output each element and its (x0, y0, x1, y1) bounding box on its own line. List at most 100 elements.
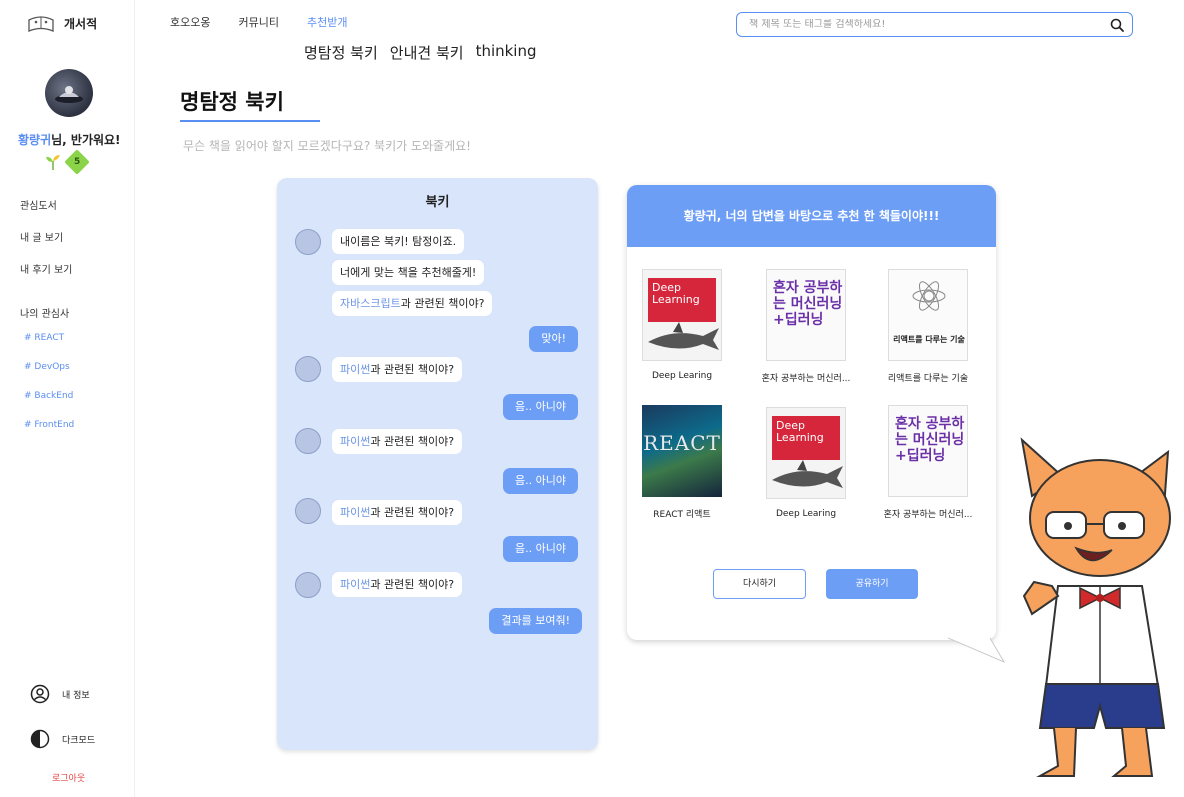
cover-title: 혼자 공부하는 머신러닝+딥러닝 (773, 280, 843, 328)
question-text: 과 관련된 책이야? (400, 297, 485, 310)
book-card-deep-learning-2[interactable]: Deep Learning Deep Learing (751, 407, 861, 519)
book-card-machine-learning-2[interactable]: 혼자 공부하는 머신러닝+딥러닝 혼자 공부하는 머신러... (873, 405, 983, 520)
cover-title: Deep Learning (648, 278, 716, 322)
top-nav: 호오오옹 커뮤니티 추천받개 (170, 14, 347, 30)
book-cover: 혼자 공부하는 머신러닝+딥러닝 (888, 405, 968, 497)
bot-message-question-1: 자바스크립트과 관련된 책이야? (332, 291, 493, 316)
book-cover: Deep Learning (766, 407, 846, 499)
speech-bubble-tail (948, 637, 1006, 664)
user-greeting: 황량귀님, 반가워요! (18, 131, 121, 148)
bot-message-question: 파이썬과 관련된 책이야? (332, 429, 463, 454)
user-reply-no: 음.. 아니야 (503, 394, 578, 420)
question-keyword: 파이썬 (340, 435, 371, 448)
book-title: Deep Learing (651, 371, 713, 381)
question-keyword: 자바스크립트 (340, 297, 401, 310)
app-name: 개서적 (64, 16, 98, 31)
book-title: REACT 리액트 (653, 510, 711, 520)
user-name: 황량귀 (18, 133, 52, 147)
react-diagram-icon (912, 281, 946, 311)
subnav-thinking[interactable]: thinking (476, 42, 537, 63)
book-card-machine-learning[interactable]: 혼자 공부하는 머신러닝+딥러닝 혼자 공부하는 머신러... (751, 269, 861, 384)
cover-title: 리액트를 다루는 기술 (893, 335, 965, 344)
tag-react[interactable]: # REACT (24, 333, 74, 362)
interest-title: 나의 관심사 (20, 309, 70, 320)
search-input[interactable] (749, 19, 1110, 30)
result-header: 황량귀, 너의 답변을 바탕으로 추천 한 책들이야!!! (627, 185, 996, 247)
nav-home[interactable]: 호오오옹 (170, 14, 210, 30)
user-reply-yes: 맞아! (529, 326, 578, 352)
dog-book-logo-icon (28, 16, 54, 32)
question-text: 과 관련된 책이야? (370, 578, 455, 591)
bookey-avatar-icon (295, 572, 321, 598)
subnav-detective-bookey[interactable]: 명탐정 북키 (304, 42, 378, 63)
cover-title: Deep Learning (772, 416, 840, 460)
sprout-badge-icon (46, 155, 60, 170)
level-number: 5 (73, 156, 81, 167)
book-cover: REACT (642, 405, 722, 497)
user-badges: 5 (44, 149, 90, 175)
book-title: 리액트를 다루는 기술 (887, 374, 969, 384)
bot-message-question: 파이썬과 관련된 책이야? (332, 572, 463, 597)
logout-button[interactable]: 로그아웃 (52, 771, 85, 784)
tag-backend[interactable]: # BackEnd (24, 391, 74, 420)
question-text: 과 관련된 책이야? (370, 435, 455, 448)
result-card: 황량귀, 너의 답변을 바탕으로 추천 한 책들이야!!! Deep Learn… (627, 185, 996, 640)
sidebar: 개서적 황량귀님, 반가워요! 5 관심도서 내 글 보기 내 후기 보기 나의… (0, 0, 135, 797)
search-icon[interactable] (1110, 18, 1124, 32)
question-text: 과 관련된 책이야? (370, 506, 455, 519)
tag-devops[interactable]: # DevOps (24, 362, 74, 391)
bookey-avatar-icon (295, 428, 321, 454)
book-card-react[interactable]: REACT REACT 리액트 (627, 405, 737, 520)
my-info-button[interactable]: 내 정보 (30, 684, 90, 704)
page-title: 명탐정 북키 (180, 90, 284, 114)
book-title: 혼자 공부하는 머신러... (883, 510, 973, 520)
tag-frontend[interactable]: # FrontEnd (24, 420, 74, 449)
dark-mode-label: 다크모드 (62, 735, 96, 746)
bookey-avatar-icon (295, 356, 321, 382)
bookey-mascot-icon (1020, 437, 1171, 777)
book-title: Deep Learing (775, 509, 837, 519)
bot-message-question: 파이썬과 관련된 책이야? (332, 500, 463, 525)
book-card-deep-learning[interactable]: Deep Learning Deep Learing (627, 269, 737, 381)
subnav-guide-bookey[interactable]: 안내견 북키 (390, 42, 464, 63)
question-keyword: 파이썬 (340, 578, 371, 591)
cover-title: REACT (643, 431, 721, 455)
user-reply-no: 음.. 아니야 (503, 536, 578, 562)
book-cover: Deep Learning (642, 269, 722, 361)
cover-title: 혼자 공부하는 머신러닝+딥러닝 (895, 416, 965, 464)
shark-illustration-icon (648, 322, 719, 350)
dark-mode-toggle[interactable]: 다크모드 (30, 729, 95, 749)
book-title: 혼자 공부하는 머신러... (761, 374, 851, 384)
sidebar-item-favorite-books[interactable]: 관심도서 (20, 200, 72, 232)
nav-recommend[interactable]: 추천받개 (307, 14, 347, 30)
sidebar-item-my-reviews[interactable]: 내 후기 보기 (20, 264, 72, 296)
bot-message-intro-1: 내이름은 북키! 탐정이죠. (332, 229, 465, 254)
sidebar-item-my-posts[interactable]: 내 글 보기 (20, 232, 72, 264)
book-card-react-tech[interactable]: 리액트를 다루는 기술 리액트를 다루는 기술 (873, 269, 983, 384)
bot-message-question: 파이썬과 관련된 책이야? (332, 357, 463, 382)
sidebar-menu: 관심도서 내 글 보기 내 후기 보기 (20, 200, 72, 296)
logo[interactable]: 개서적 (26, 12, 97, 34)
share-button[interactable]: 공유하기 (826, 569, 918, 599)
contrast-icon (30, 729, 50, 749)
question-text: 과 관련된 책이야? (370, 363, 455, 376)
bookey-avatar-icon (295, 498, 321, 524)
show-result-button[interactable]: 결과를 보여줘! (489, 608, 582, 634)
avatar[interactable] (45, 69, 93, 117)
retry-button[interactable]: 다시하기 (713, 569, 806, 599)
my-info-label: 내 정보 (62, 690, 90, 701)
question-keyword: 파이썬 (340, 363, 371, 376)
interest-tags: # REACT # DevOps # BackEnd # FrontEnd (24, 333, 74, 449)
sub-nav: 명탐정 북키 안내견 북키 thinking (304, 42, 537, 63)
chat-panel: 북키 내이름은 북키! 탐정이죠. 너에게 맞는 책을 추천해줄게! 자바스크립… (277, 178, 598, 750)
user-circle-icon (30, 684, 50, 704)
bookey-avatar-icon (295, 229, 321, 255)
bot-message-intro-2: 너에게 맞는 책을 추천해줄게! (332, 260, 485, 285)
nav-community[interactable]: 커뮤니티 (238, 14, 278, 30)
greeting-text: 님, 반가워요! (51, 133, 121, 147)
book-cover: 혼자 공부하는 머신러닝+딥러닝 (766, 269, 846, 361)
title-underline (180, 120, 320, 122)
chat-title: 북키 (425, 195, 450, 210)
book-cover: 리액트를 다루는 기술 (888, 269, 968, 361)
user-reply-no: 음.. 아니야 (503, 468, 578, 494)
